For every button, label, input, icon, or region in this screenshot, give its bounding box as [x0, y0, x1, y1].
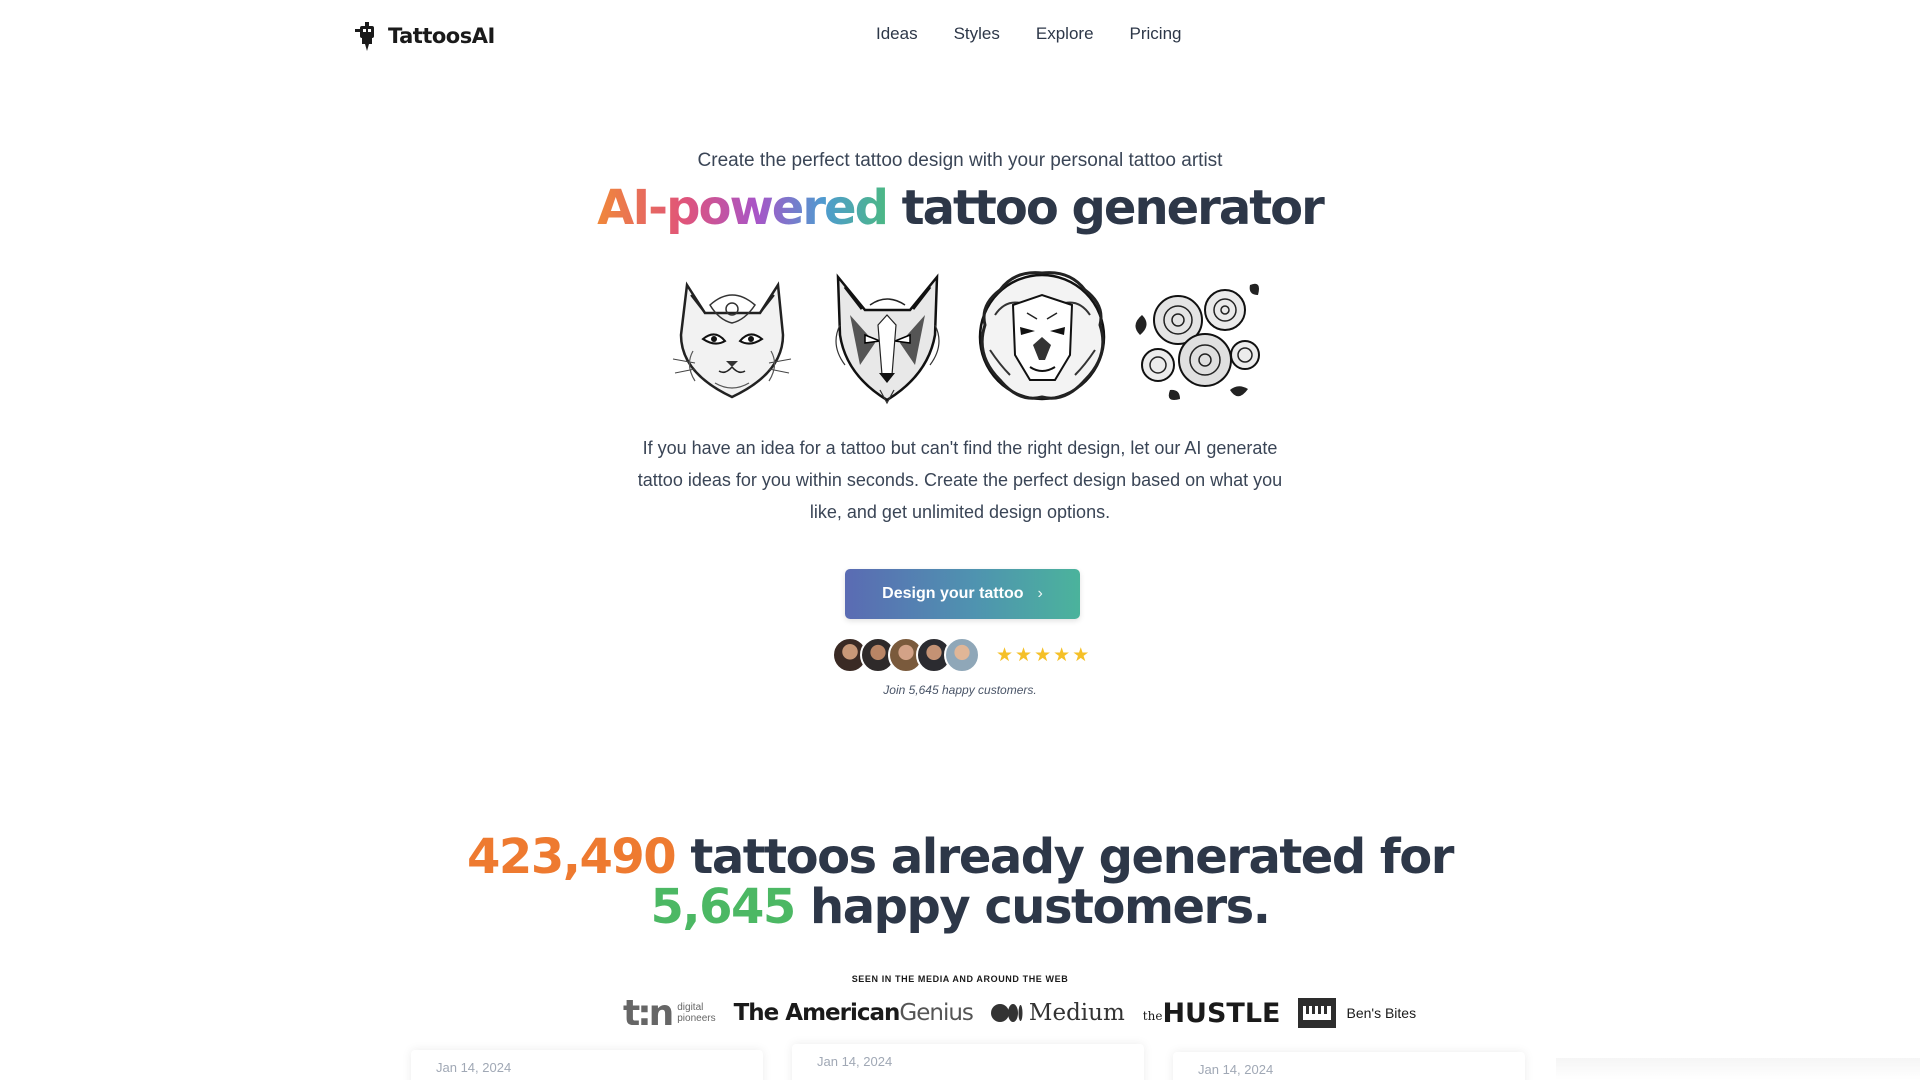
nav-explore[interactable]: Explore — [1036, 24, 1094, 44]
star-icon: ★ — [1072, 644, 1090, 666]
hero-title-rest: tattoo generator — [886, 180, 1325, 236]
american-genius-logo[interactable]: The American Genius — [734, 1000, 974, 1026]
lion-tattoo-image — [978, 271, 1106, 401]
blog-card[interactable]: Jan 14, 2024 — [411, 1050, 763, 1080]
hero-title: AI-powered tattoo generator — [0, 180, 1920, 236]
design-tattoo-button-label: Design your tattoo — [882, 585, 1024, 602]
card-date: Jan 14, 2024 — [436, 1060, 512, 1075]
media-logos: t:n digital pioneers The American Genius … — [623, 992, 1416, 1034]
medium-logo[interactable]: Medium — [990, 1000, 1125, 1026]
card-date: Jan 14, 2024 — [1198, 1062, 1274, 1077]
digital-pioneers-logo[interactable]: t:n digital pioneers — [623, 993, 716, 1034]
stats-headline: 423,490 tattoos already generated for 5,… — [0, 832, 1920, 932]
stats-line-1-text: tattoos already generated for — [675, 829, 1454, 885]
medium-icon — [990, 1004, 1023, 1022]
bens-bites-icon — [1298, 998, 1337, 1028]
main-nav: Ideas Styles Explore Pricing — [876, 24, 1182, 44]
brand-logo[interactable]: TattoosAI — [352, 20, 495, 52]
blog-card[interactable]: Jan 14, 2024 — [1173, 1052, 1525, 1080]
tattoo-examples — [665, 265, 1265, 410]
the-hustle-logo[interactable]: the HUSTLE — [1143, 998, 1281, 1029]
star-icon: ★ — [1053, 644, 1071, 666]
nav-ideas[interactable]: Ideas — [876, 24, 918, 44]
customers-count: 5,645 — [650, 879, 797, 935]
roses-tattoo-image — [1135, 283, 1260, 400]
bens-bites-logo[interactable]: Ben's Bites — [1298, 998, 1416, 1028]
tattoos-count: 423,490 — [467, 829, 677, 885]
chevron-right-icon: › — [1037, 585, 1043, 602]
stats-line-1: 423,490 tattoos already generated for — [0, 832, 1920, 882]
tn-mark: t:n — [623, 992, 674, 1034]
social-proof: ★ ★ ★ ★ ★ — [832, 637, 1089, 673]
blog-card[interactable]: Jan 14, 2024 — [792, 1044, 1144, 1080]
avatar — [944, 637, 980, 673]
rating-stars: ★ ★ ★ ★ ★ — [996, 646, 1089, 665]
brand-name: TattoosAI — [388, 24, 495, 48]
nav-styles[interactable]: Styles — [954, 24, 1000, 44]
social-caption: Join 5,645 happy customers. — [883, 683, 1037, 697]
hero-title-gradient: AI-powered — [597, 180, 889, 236]
hero-description: If you have an idea for a tattoo but can… — [637, 438, 1283, 522]
star-icon: ★ — [996, 644, 1014, 666]
star-icon: ★ — [1034, 644, 1052, 666]
right-fade-edge — [1556, 1058, 1920, 1080]
nav-pricing[interactable]: Pricing — [1130, 24, 1182, 44]
star-icon: ★ — [1015, 644, 1033, 666]
customer-avatars — [832, 637, 980, 673]
robot-tattoo-machine-icon — [355, 22, 374, 51]
tn-text: digital pioneers — [677, 1002, 716, 1024]
design-tattoo-button[interactable]: Design your tattoo › — [845, 569, 1080, 619]
stats-line-2-text: happy customers. — [794, 879, 1271, 935]
wolf-tattoo-image — [835, 273, 940, 405]
media-heading: SEEN IN THE MEDIA AND AROUND THE WEB — [851, 974, 1069, 984]
stats-line-2: 5,645 happy customers. — [0, 882, 1920, 932]
card-date: Jan 14, 2024 — [817, 1054, 893, 1069]
hero-subtitle: Create the perfect tattoo design with yo… — [697, 150, 1223, 171]
cat-tattoo-image — [672, 281, 792, 399]
top-navbar: TattoosAI Ideas Styles Explore Pricing — [0, 0, 1920, 70]
